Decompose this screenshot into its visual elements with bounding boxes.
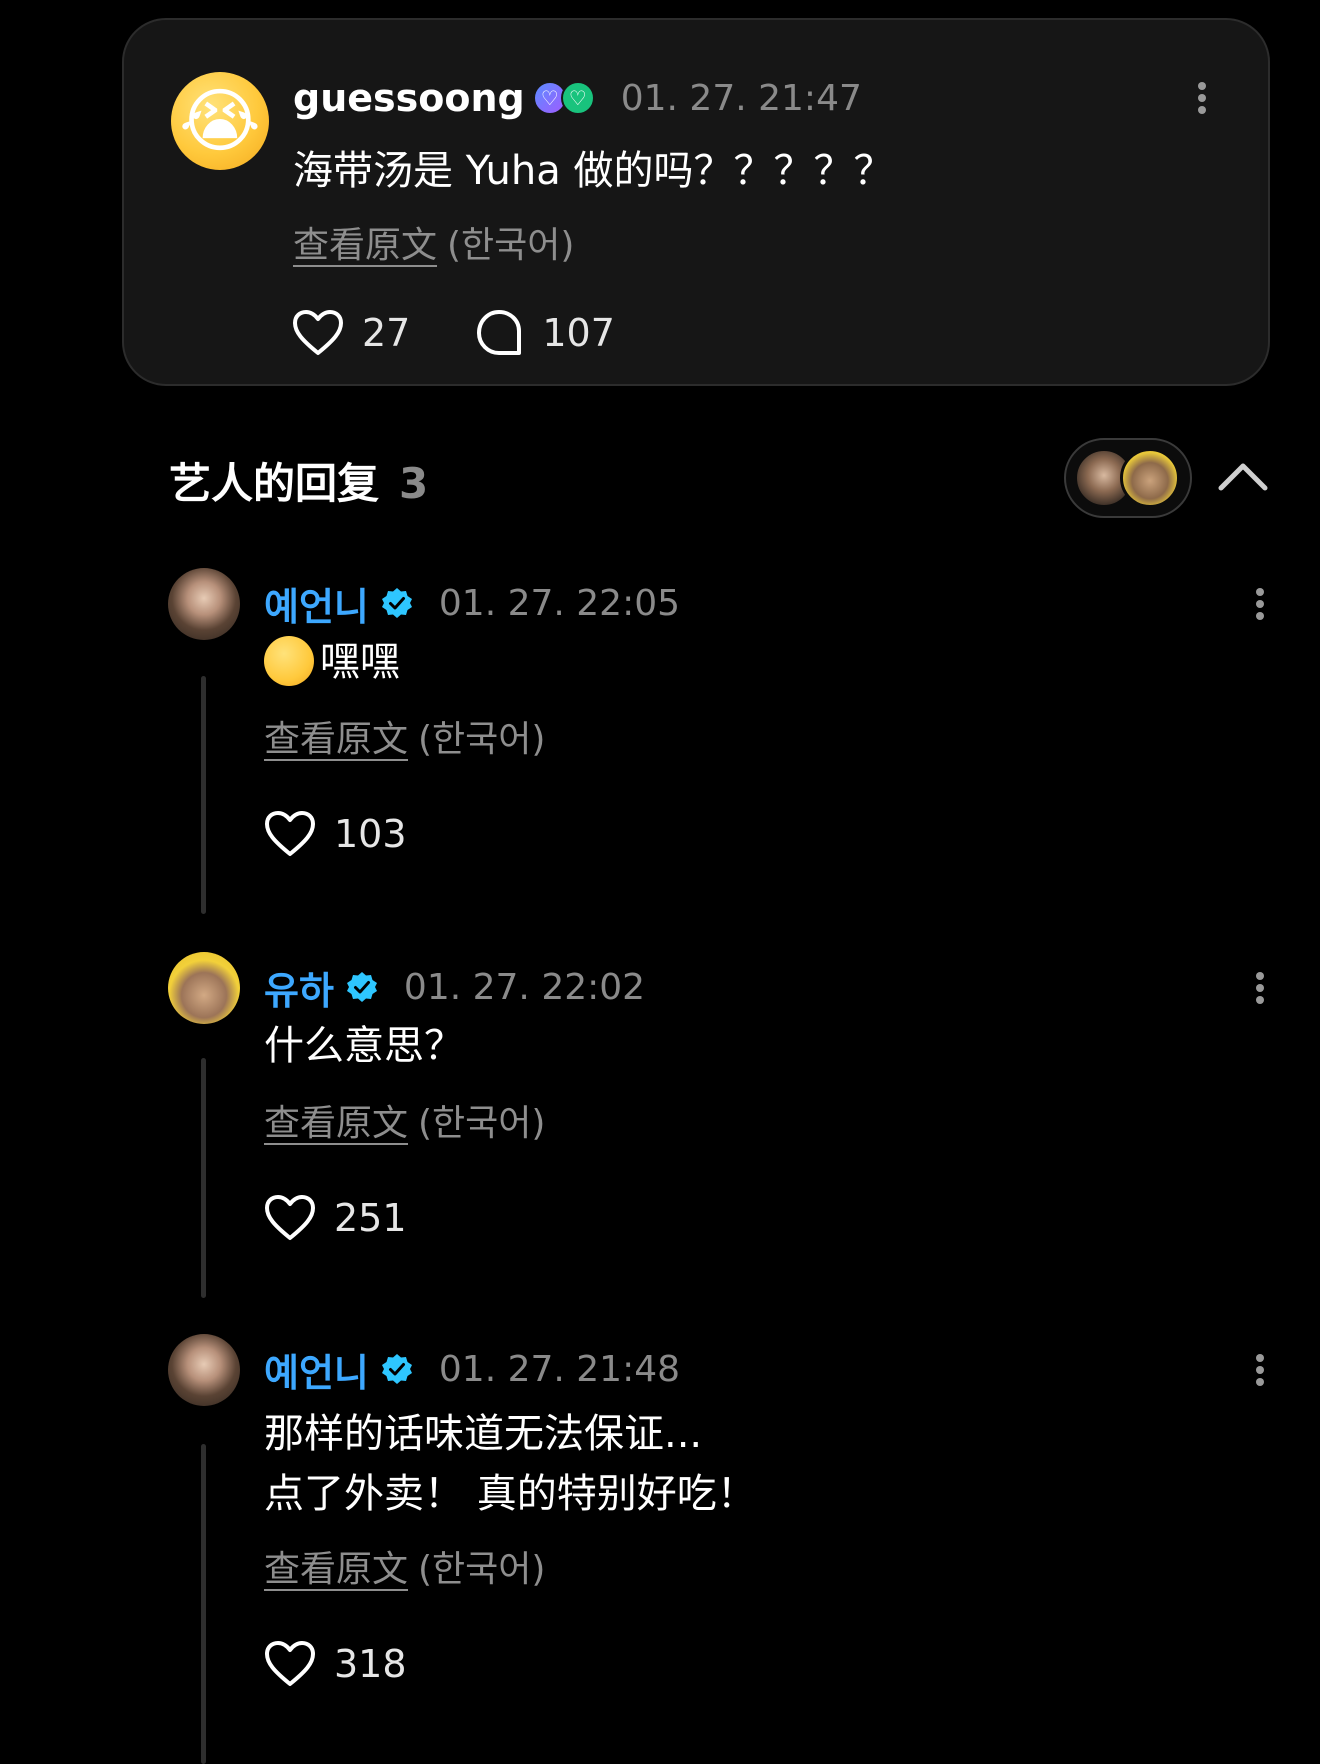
comment-bubble-icon bbox=[477, 310, 522, 355]
more-options-icon[interactable] bbox=[1248, 964, 1272, 1012]
thread-line bbox=[201, 1058, 206, 1298]
like-button[interactable]: 251 bbox=[264, 1194, 407, 1242]
reply-stats: 103 bbox=[264, 810, 471, 858]
artist-avatar-stack[interactable] bbox=[1064, 438, 1192, 518]
comment-stats: 27 107 bbox=[292, 308, 679, 358]
heart-badge-icon: ♡ bbox=[560, 81, 595, 115]
reply-stats: 318 bbox=[264, 1640, 471, 1688]
chevron-up-icon bbox=[1218, 463, 1268, 491]
original-language: (한국어) bbox=[418, 1549, 546, 1590]
artist-username[interactable]: 예언니 bbox=[264, 576, 369, 631]
like-button[interactable]: 27 bbox=[292, 309, 410, 357]
reply-button[interactable]: 107 bbox=[474, 308, 615, 358]
timestamp: 01. 27. 21:48 bbox=[438, 1348, 681, 1390]
artist-replies-count: 3 bbox=[399, 459, 429, 508]
comment-header: guessoong ♡ ♡ 01. 27. 21:47 bbox=[293, 72, 862, 124]
heart-icon bbox=[293, 310, 343, 355]
verified-icon bbox=[346, 972, 377, 1002]
thread-line bbox=[201, 676, 206, 914]
heart-icon bbox=[265, 1641, 315, 1686]
artist-username[interactable]: 예언니 bbox=[264, 1342, 369, 1397]
view-original-label[interactable]: 查看原文 bbox=[264, 1540, 408, 1592]
view-original-label[interactable]: 查看原文 bbox=[264, 710, 408, 762]
original-language: (한국어) bbox=[447, 225, 575, 266]
timestamp: 01. 27. 21:47 bbox=[620, 77, 862, 119]
reply-stats: 251 bbox=[264, 1194, 471, 1242]
more-options-icon[interactable] bbox=[1248, 580, 1272, 628]
avatar[interactable] bbox=[168, 1334, 240, 1406]
comment-thread-screen: 😭 guessoong ♡ ♡ 01. 27. 21:47 海带汤是 Yuha … bbox=[0, 0, 1320, 1764]
fan-comment-card[interactable]: 😭 guessoong ♡ ♡ 01. 27. 21:47 海带汤是 Yuha … bbox=[122, 18, 1270, 386]
heart-icon bbox=[265, 1195, 315, 1240]
avatar[interactable] bbox=[168, 952, 240, 1024]
reply-header: 유하 01. 27. 22:02 bbox=[264, 960, 646, 1015]
comment-text: 海带汤是 Yuha 做的吗？？？？？ bbox=[293, 148, 894, 194]
verified-icon bbox=[381, 1354, 412, 1384]
reply-header: 예언니 01. 27. 22:05 bbox=[264, 576, 681, 631]
reply-text: 什么意思？ bbox=[264, 1023, 464, 1069]
comment-count: 107 bbox=[542, 311, 615, 355]
timestamp: 01. 27. 22:02 bbox=[403, 966, 646, 1008]
like-button[interactable]: 103 bbox=[264, 810, 407, 858]
more-options-icon[interactable] bbox=[1190, 74, 1214, 122]
avatar[interactable] bbox=[168, 568, 240, 640]
reply-text-line: 点了外卖！ 真的特别好吃！ bbox=[264, 1471, 757, 1517]
collapse-button[interactable] bbox=[1216, 452, 1270, 502]
heart-icon bbox=[265, 811, 315, 856]
like-count: 251 bbox=[334, 1196, 407, 1240]
original-language: (한국어) bbox=[418, 719, 546, 760]
reply-header: 예언니 01. 27. 21:48 bbox=[264, 1342, 681, 1397]
membership-badges: ♡ ♡ bbox=[532, 81, 595, 115]
avatar[interactable]: 😭 bbox=[171, 72, 269, 170]
view-original-label[interactable]: 查看原文 bbox=[293, 216, 437, 268]
reply-text: 那样的话味道无法保证... 点了外卖！ 真的特别好吃！ bbox=[264, 1404, 757, 1524]
reply-text: 嘿嘿 bbox=[264, 632, 400, 692]
view-original-link[interactable]: 查看原文 (한국어) bbox=[264, 1540, 545, 1592]
reply-text-line: 那样的话味道无法保证... bbox=[264, 1411, 703, 1457]
like-count: 103 bbox=[334, 812, 407, 856]
timestamp: 01. 27. 22:05 bbox=[438, 582, 681, 624]
artist-username[interactable]: 유하 bbox=[264, 960, 334, 1015]
view-original-link[interactable]: 查看原文 (한국어) bbox=[264, 1094, 545, 1146]
username[interactable]: guessoong bbox=[293, 76, 525, 120]
view-original-label[interactable]: 查看原文 bbox=[264, 1094, 408, 1146]
like-count: 27 bbox=[362, 311, 411, 355]
like-button[interactable]: 318 bbox=[264, 1640, 407, 1688]
thread-line bbox=[201, 1444, 206, 1764]
crying-emoji-icon: 😭 bbox=[179, 80, 261, 162]
more-options-icon[interactable] bbox=[1248, 1346, 1272, 1394]
artist-replies-title: 艺人的回复 bbox=[169, 459, 380, 508]
original-language: (한국어) bbox=[418, 1103, 546, 1144]
verified-icon bbox=[381, 588, 412, 618]
view-original-link[interactable]: 查看原文 (한국어) bbox=[264, 710, 545, 762]
reply-text-body: 嘿嘿 bbox=[320, 639, 400, 685]
view-original-link[interactable]: 查看原文 (한국어) bbox=[293, 216, 574, 268]
shushing-face-icon bbox=[264, 636, 314, 686]
artist-replies-header: 艺人的回复 3 bbox=[169, 450, 428, 511]
avatar bbox=[1120, 448, 1180, 508]
like-count: 318 bbox=[334, 1642, 407, 1686]
